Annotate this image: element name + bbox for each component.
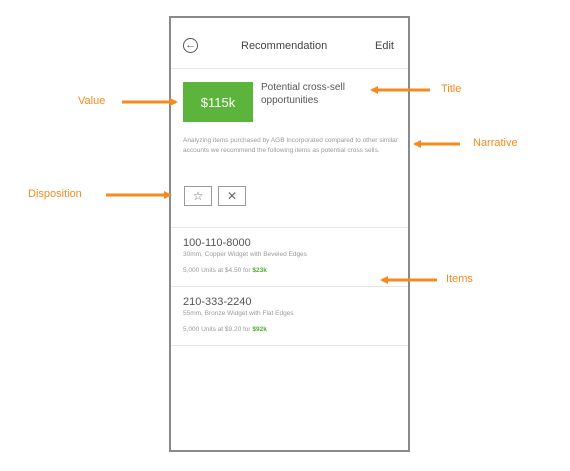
callout-arrows bbox=[106, 86, 460, 284]
disposition-callout-label: Disposition bbox=[28, 188, 82, 200]
items-callout-label: Items bbox=[446, 273, 473, 285]
narrative-callout-label: Narrative bbox=[473, 137, 518, 149]
value-callout-label: Value bbox=[78, 95, 106, 107]
title-callout-label: Title bbox=[441, 83, 462, 95]
